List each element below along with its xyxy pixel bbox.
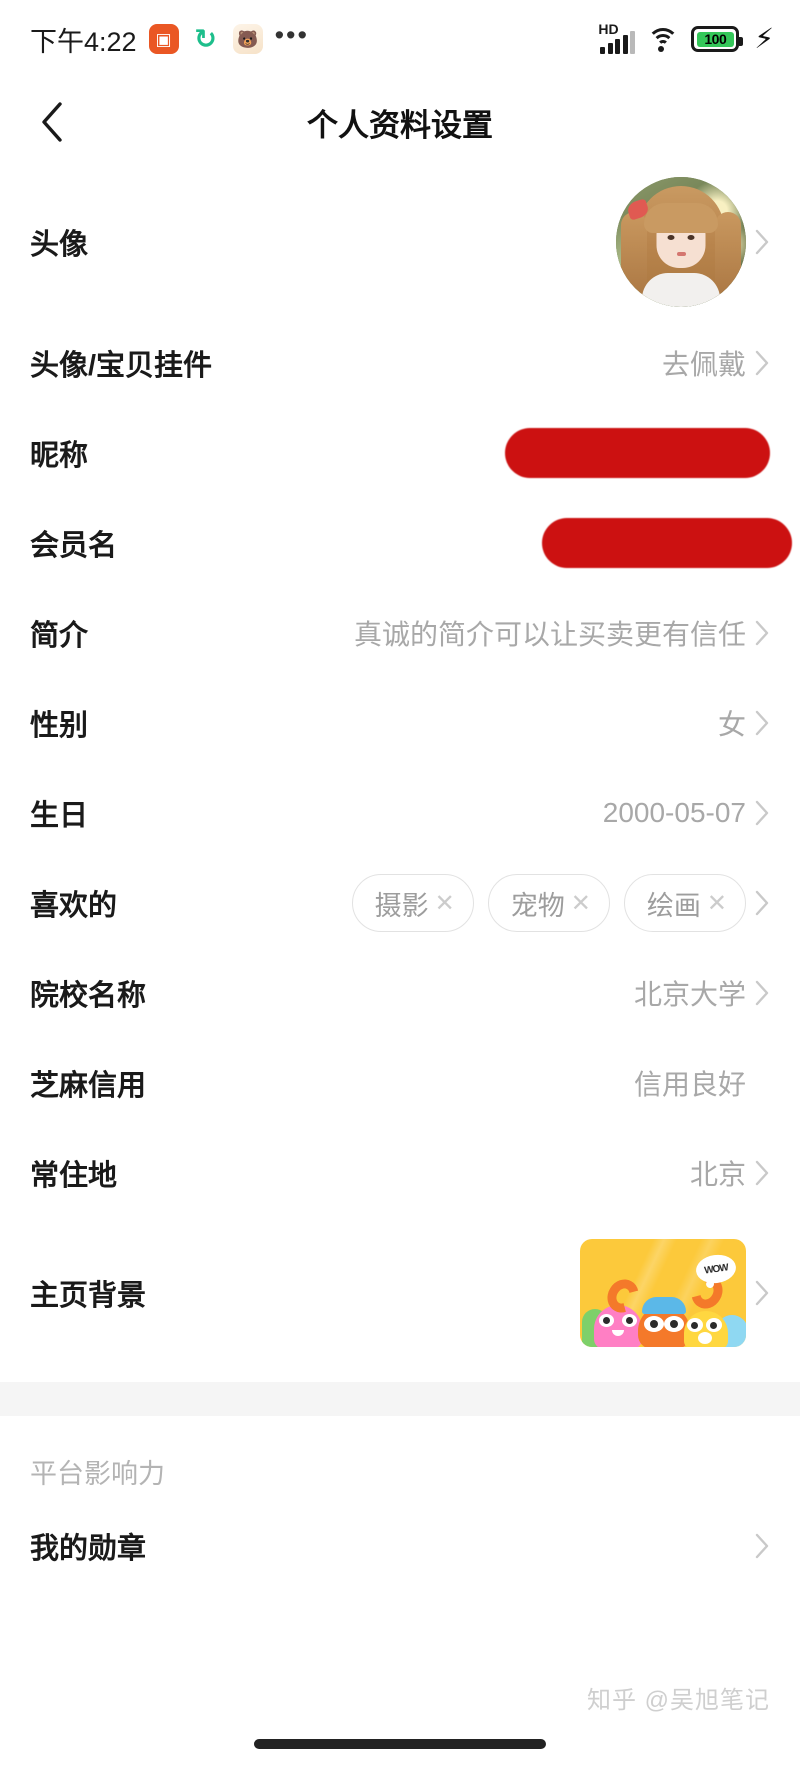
battery-icon: 100	[691, 26, 744, 52]
row-value-birthday: 2000-05-07	[602, 797, 746, 828]
sync-icon: ↻	[194, 23, 217, 54]
interest-tag[interactable]: 摄影 ✕	[351, 874, 474, 932]
row-avatar[interactable]: 头像	[30, 166, 770, 318]
row-label-avatar: 头像	[30, 229, 89, 261]
chevron-right-icon	[754, 979, 770, 1007]
row-value-gender: 女	[717, 709, 746, 740]
chevron-right-icon	[754, 709, 770, 737]
interest-tag[interactable]: 宠物 ✕	[487, 874, 610, 932]
row-label-interests: 喜欢的	[30, 890, 118, 922]
interest-tag-list: 摄影 ✕ 宠物 ✕ 绘画 ✕	[351, 874, 746, 932]
watermark: 知乎 @吴旭笔记	[586, 1687, 770, 1714]
status-bar: 下午4:22 ▣ ↻ 🐻 ••• HD 100 ⚡	[0, 0, 800, 78]
row-birthday[interactable]: 生日 2000-05-07	[30, 768, 770, 858]
row-residence[interactable]: 常住地 北京	[30, 1128, 770, 1218]
close-icon[interactable]: ✕	[571, 889, 591, 918]
row-school[interactable]: 院校名称 北京大学	[30, 948, 770, 1038]
row-label-birthday: 生日	[30, 800, 89, 832]
chevron-right-icon	[754, 349, 770, 377]
row-interests[interactable]: 喜欢的 摄影 ✕ 宠物 ✕ 绘画 ✕	[30, 858, 770, 948]
wifi-icon	[646, 26, 680, 52]
interest-tag[interactable]: 绘画 ✕	[623, 874, 746, 932]
row-nickname[interactable]: 昵称	[30, 408, 770, 498]
charging-bolt-icon: ⚡	[754, 23, 774, 54]
section-divider	[0, 1382, 800, 1416]
bear-app-icon: 🐻	[232, 24, 263, 54]
status-bar-right: HD 100 ⚡	[598, 21, 774, 54]
chevron-left-icon	[42, 102, 62, 142]
more-dots-icon: •••	[274, 20, 309, 50]
battery-level: 100	[696, 31, 734, 47]
chevron-right-icon	[754, 1279, 770, 1307]
chevron-right-icon	[754, 228, 770, 256]
row-label-zhima-credit: 芝麻信用	[30, 1070, 147, 1102]
status-time: 下午4:22	[30, 26, 137, 57]
avatar	[616, 177, 746, 307]
section-title-influence: 平台影响力	[30, 1459, 165, 1489]
row-label-my-badges: 我的勋章	[30, 1533, 147, 1565]
profile-settings-screen: 下午4:22 ▣ ↻ 🐻 ••• HD 100 ⚡ 个人资料设置 头像 头像/宝…	[0, 0, 800, 1777]
chevron-right-icon	[754, 619, 770, 647]
row-value-residence: 北京	[689, 1159, 746, 1190]
redaction-bar-member-name	[542, 518, 792, 568]
chevron-right-icon	[754, 799, 770, 827]
row-value-school: 北京大学	[633, 979, 746, 1010]
hd-signal-icon: HD	[598, 21, 636, 54]
redaction-bar-nickname	[505, 428, 770, 478]
close-icon[interactable]: ✕	[435, 889, 455, 918]
nav-bar: 个人资料设置	[0, 78, 800, 166]
settings-list: 头像 头像/宝贝挂件 去佩戴 昵称 会员名 简介 真诚的简介可以让买卖更有信任 …	[0, 166, 800, 1368]
row-label-nickname: 昵称	[30, 440, 89, 472]
row-label-residence: 常住地	[30, 1160, 118, 1192]
hd-label: HD	[598, 21, 619, 37]
chevron-right-icon	[754, 1159, 770, 1187]
row-homepage-background[interactable]: 主页背景 WOW	[30, 1218, 770, 1368]
page-title: 个人资料设置	[307, 107, 493, 143]
row-value-bio: 真诚的简介可以让买卖更有信任	[353, 619, 746, 650]
row-value-zhima-credit: 信用良好	[633, 1069, 746, 1100]
chevron-right-icon	[754, 889, 770, 917]
row-bio[interactable]: 简介 真诚的简介可以让买卖更有信任	[30, 588, 770, 678]
close-icon[interactable]: ✕	[707, 889, 727, 918]
influence-list: 我的勋章	[0, 1501, 800, 1591]
row-label-school: 院校名称	[30, 980, 147, 1012]
back-button[interactable]	[26, 96, 78, 148]
row-label-avatar-pendant: 头像/宝贝挂件	[30, 350, 213, 382]
interest-tag-label: 摄影	[374, 890, 429, 921]
video-app-icon: ▣	[148, 24, 179, 54]
row-label-bio: 简介	[30, 620, 89, 652]
row-avatar-pendant[interactable]: 头像/宝贝挂件 去佩戴	[30, 318, 770, 408]
interest-tag-label: 绘画	[646, 890, 701, 921]
homepage-background-thumbnail[interactable]: WOW	[580, 1239, 746, 1347]
row-gender[interactable]: 性别 女	[30, 678, 770, 768]
interest-tag-label: 宠物	[510, 890, 565, 921]
row-label-gender: 性别	[30, 710, 89, 742]
chevron-right-icon	[754, 1532, 770, 1560]
row-label-member-name: 会员名	[30, 530, 118, 562]
row-member-name[interactable]: 会员名	[30, 498, 792, 588]
row-value-avatar-pendant: 去佩戴	[661, 349, 746, 380]
home-indicator[interactable]	[254, 1739, 546, 1749]
row-label-homepage-background: 主页背景	[30, 1280, 147, 1312]
row-zhima-credit: 芝麻信用 信用良好	[30, 1038, 770, 1128]
status-bar-left: 下午4:22 ▣ ↻ 🐻 •••	[30, 20, 309, 59]
row-my-badges[interactable]: 我的勋章	[30, 1501, 770, 1591]
